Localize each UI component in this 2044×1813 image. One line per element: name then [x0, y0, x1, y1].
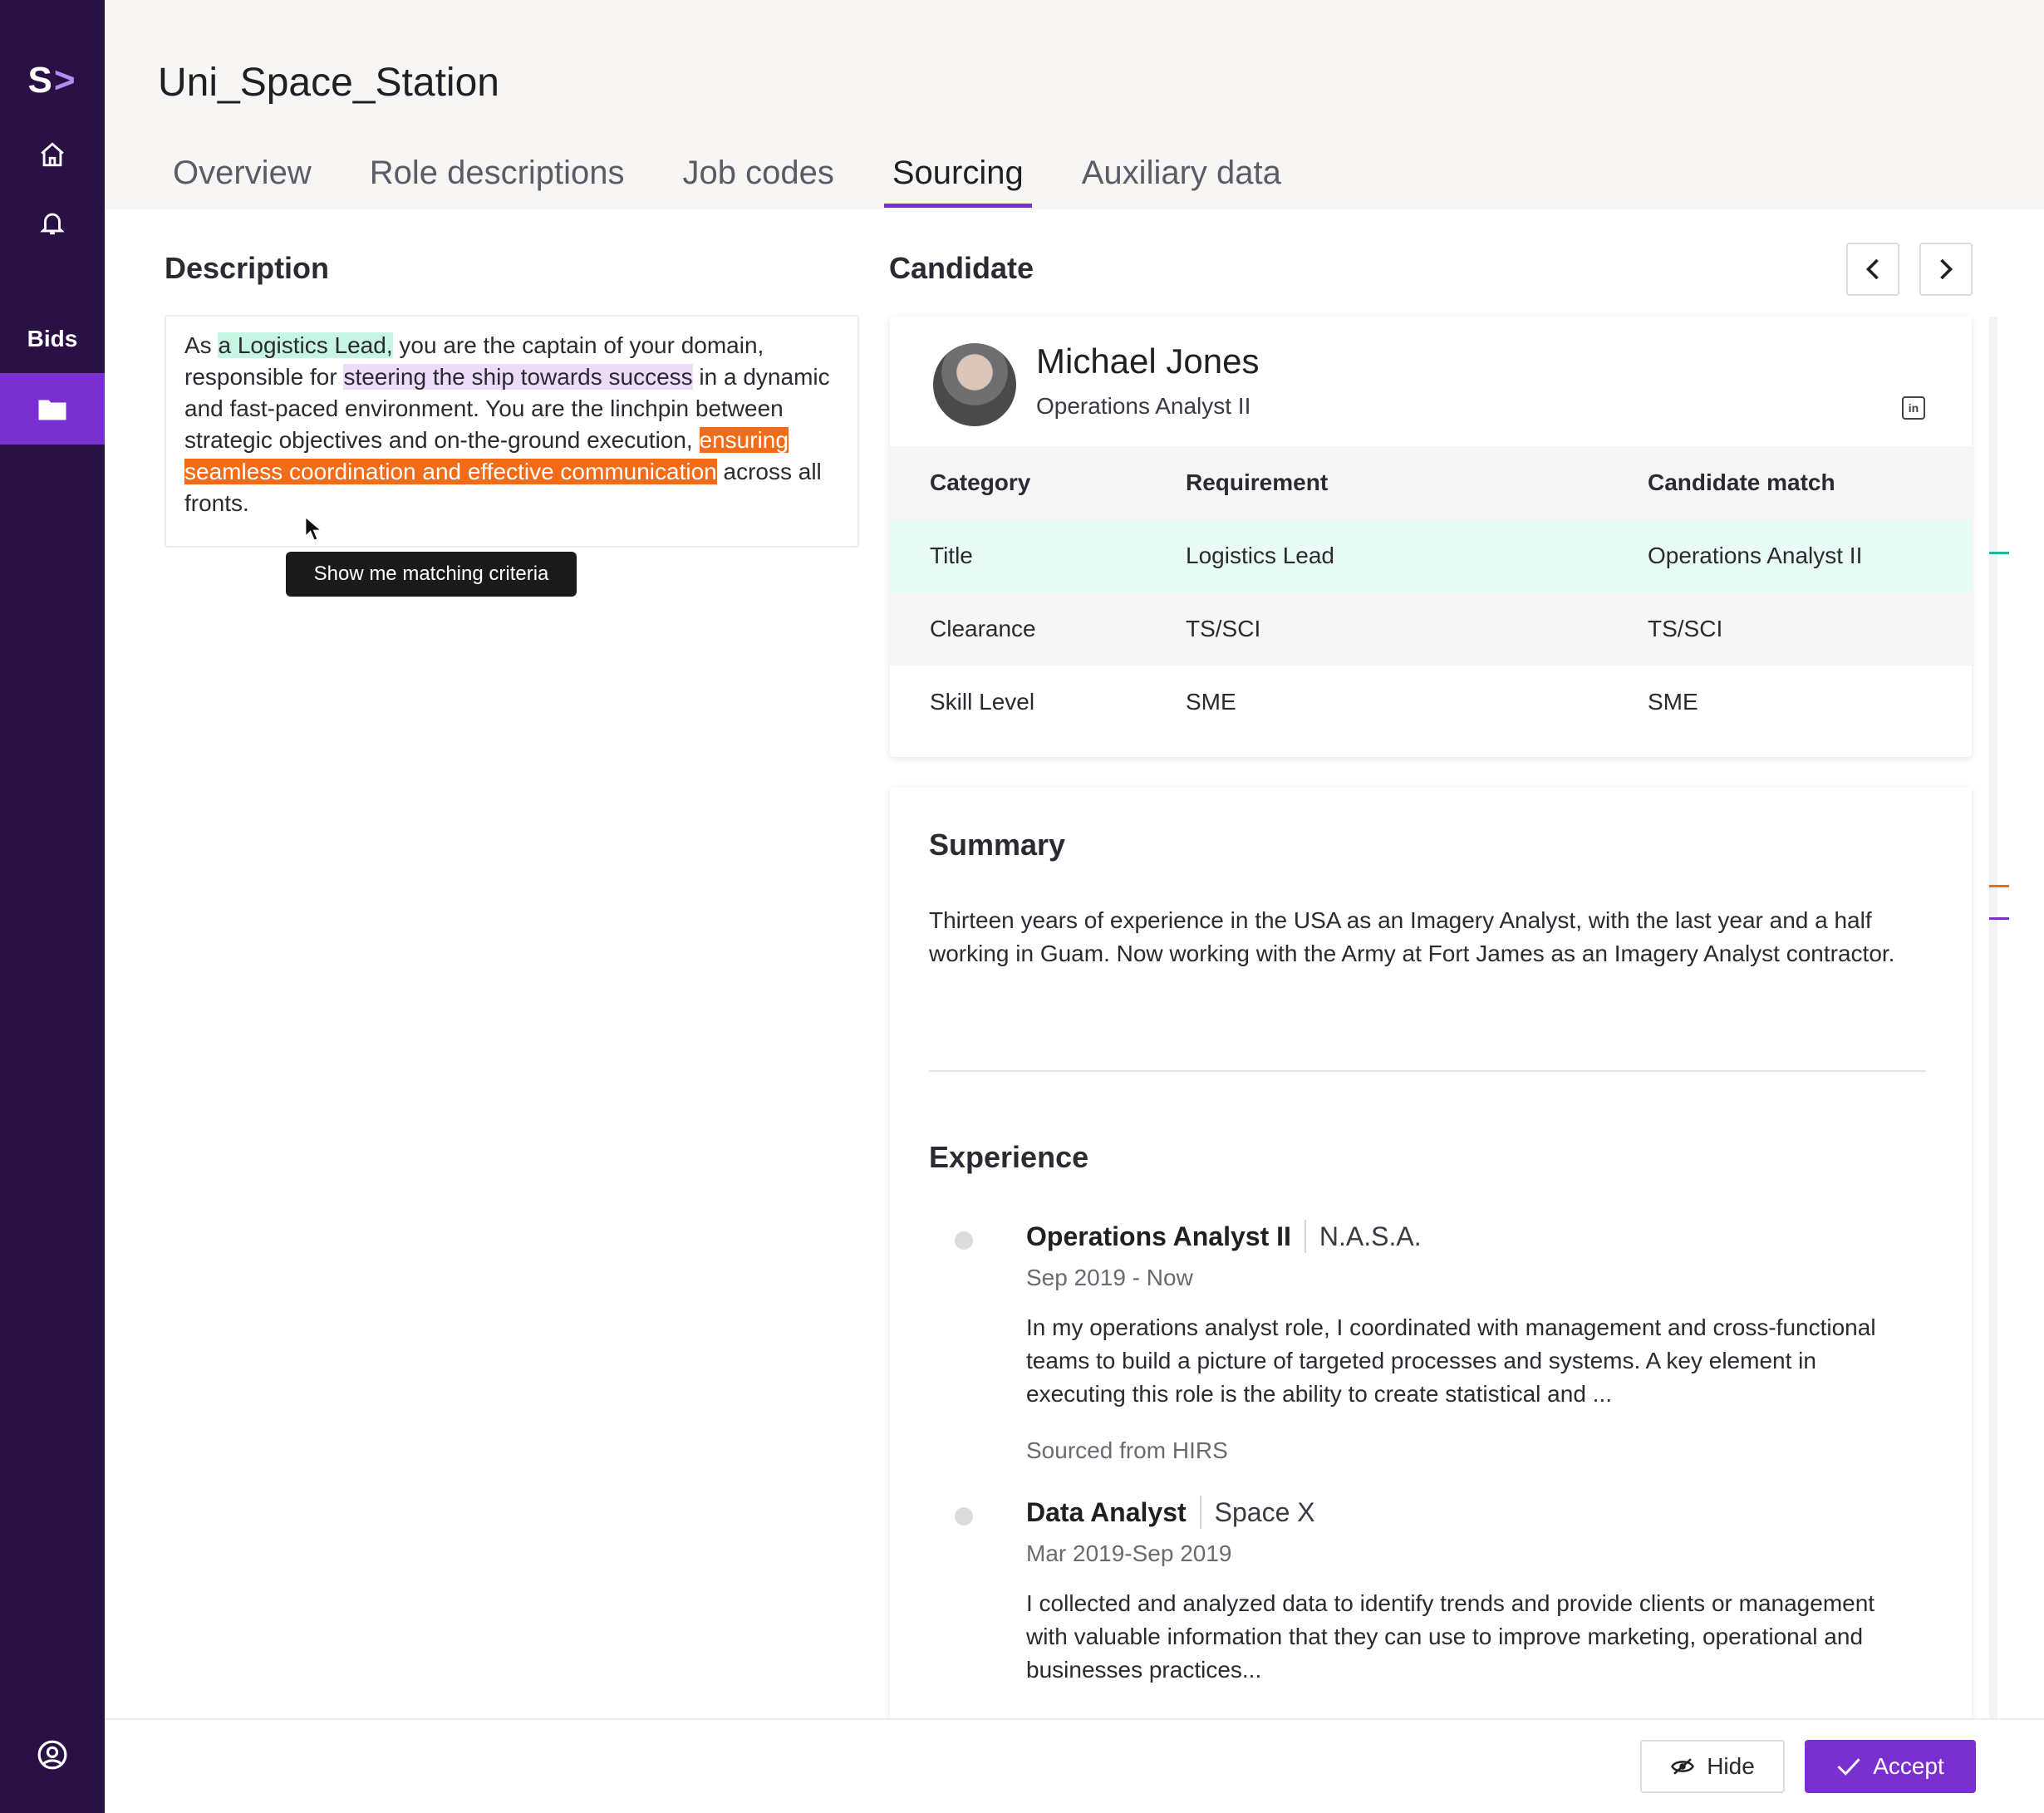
hide-button[interactable]: Hide [1640, 1740, 1785, 1793]
folder-icon [38, 400, 66, 420]
separator [1199, 1496, 1201, 1529]
accept-button-label: Accept [1873, 1753, 1944, 1779]
column-header: Candidate match [1648, 469, 1835, 495]
sidebar-item-bids[interactable] [0, 373, 105, 445]
logo-chevron: > [53, 60, 77, 101]
tab-auxiliary-data[interactable]: Auxiliary data [1074, 150, 1290, 208]
divider [929, 1070, 1926, 1072]
scroll-marker-skill[interactable] [1989, 917, 2009, 920]
sidebar: S> Bids [0, 0, 105, 1813]
description-heading: Description [165, 251, 330, 285]
previous-candidate-button[interactable] [1846, 243, 1899, 296]
experience-dates: Mar 2019-Sep 2019 [1026, 1540, 1232, 1566]
home-icon[interactable] [0, 121, 105, 188]
table-cell: SME [1186, 689, 1236, 715]
experience-org: Space X [1214, 1496, 1315, 1527]
candidate-heading: Candidate [889, 251, 1034, 285]
scrollbar[interactable] [1989, 317, 1997, 1721]
candidate-title: Operations Analyst II [1036, 393, 1251, 419]
accept-button[interactable]: Accept [1805, 1740, 1976, 1793]
experience-heading: Experience [929, 1140, 1089, 1174]
table-cell: TS/SCI [1648, 616, 1723, 641]
experience-source: Sourced from HIRS [1026, 1437, 1228, 1463]
timeline-dot [955, 1507, 973, 1526]
table-cell: Title [930, 543, 973, 568]
next-candidate-button[interactable] [1919, 243, 1973, 296]
tab-sourcing[interactable]: Sourcing [883, 150, 1032, 208]
candidate-name: Michael Jones [1036, 341, 1260, 381]
summary-text: Thirteen years of experience in the USA … [929, 907, 1895, 966]
logo-letter: S [27, 60, 54, 101]
experience-description: In my operations analyst role, I coordin… [1026, 1314, 1876, 1407]
table-cell: Skill Level [930, 689, 1035, 715]
avatar [933, 343, 1016, 426]
table-cell: SME [1648, 689, 1698, 715]
table-row: Title Logistics Lead Operations Analyst … [890, 519, 1972, 592]
table-row: Skill Level SME SME [890, 666, 1972, 739]
experience-role-line: Data Analyst Space X [1026, 1496, 1315, 1529]
column-header: Category [930, 469, 1031, 495]
tab-overview[interactable]: Overview [165, 150, 320, 208]
tab-bar: Overview Role descriptions Job codes Sou… [165, 150, 1331, 208]
experience-org: N.A.S.A. [1319, 1221, 1422, 1251]
tab-role-descriptions[interactable]: Role descriptions [361, 150, 633, 208]
footer-bar: Hide Accept [105, 1718, 2044, 1813]
hide-button-label: Hide [1707, 1753, 1755, 1779]
table-cell: Clearance [930, 616, 1036, 641]
tooltip: Show me matching criteria [286, 552, 577, 597]
page-header: Uni_Space_Station Overview Role descript… [105, 0, 2044, 209]
experience-role-line: Operations Analyst II N.A.S.A. [1026, 1220, 1422, 1253]
scroll-marker-title[interactable] [1989, 552, 2009, 554]
timeline-dot [955, 1231, 973, 1250]
tab-job-codes[interactable]: Job codes [675, 150, 843, 208]
check-icon [1837, 1758, 1860, 1776]
eye-off-icon [1671, 1758, 1695, 1775]
experience-dates: Sep 2019 - Now [1026, 1265, 1193, 1290]
description-text: As [184, 332, 219, 358]
candidate-card: Michael Jones Operations Analyst II in C… [890, 317, 1972, 757]
description-box: As a Logistics Lead, you are the captain… [165, 315, 859, 548]
table-cell: Operations Analyst II [1648, 543, 1863, 568]
scroll-marker-communication[interactable] [1989, 885, 2009, 887]
experience-role: Data Analyst [1026, 1496, 1187, 1527]
column-header: Requirement [1186, 469, 1329, 495]
table-cell: Logistics Lead [1186, 543, 1335, 568]
linkedin-icon[interactable]: in [1902, 396, 1925, 420]
sidebar-label-bids: Bids [27, 326, 78, 351]
table-header-row: Category Requirement Candidate match [890, 446, 1972, 519]
highlight-title[interactable]: a Logistics Lead, [218, 332, 393, 358]
app-logo[interactable]: S> [0, 60, 105, 101]
summary-card: Summary Thirteen years of experience in … [890, 788, 1972, 1727]
table-cell: TS/SCI [1186, 616, 1261, 641]
highlight-skill[interactable]: steering the ship towards success [343, 364, 693, 390]
table-row: Clearance TS/SCI TS/SCI [890, 592, 1972, 666]
chevron-left-icon [1865, 258, 1879, 280]
chevron-right-icon [1940, 258, 1953, 280]
mouse-cursor-icon [304, 515, 324, 542]
user-circle-icon[interactable] [0, 1722, 105, 1788]
page-title: Uni_Space_Station [158, 61, 499, 105]
experience-role: Operations Analyst II [1026, 1221, 1291, 1251]
bell-icon[interactable] [0, 189, 105, 256]
separator [1304, 1220, 1306, 1253]
summary-heading: Summary [929, 828, 1066, 862]
experience-description: I collected and analyzed data to identif… [1026, 1590, 1875, 1683]
